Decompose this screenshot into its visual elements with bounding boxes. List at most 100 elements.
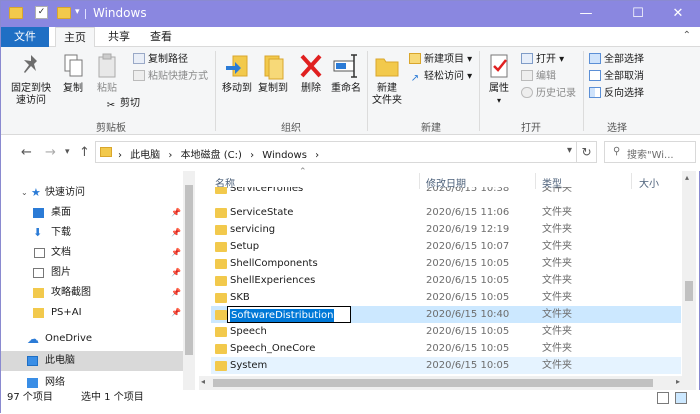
new-item-button[interactable]: 新建项目 ▾ — [409, 53, 472, 67]
title-bar[interactable]: ✓ ▾ Windows — ☐ ✕ — [1, 1, 700, 27]
edit-button[interactable]: 编辑 — [521, 70, 556, 84]
open-button[interactable]: 打开 ▾ — [521, 53, 564, 67]
file-list-scrollbar[interactable]: ▴ — [682, 171, 696, 390]
large-icons-view-icon[interactable] — [675, 392, 687, 404]
tab-view[interactable]: 查看 — [143, 27, 179, 47]
table-row[interactable]: servicing 2020/6/19 12:19 文件夹 — [211, 221, 681, 238]
recent-locations-icon[interactable]: ▾ — [65, 147, 70, 157]
breadcrumb-windows[interactable]: Windows — [262, 150, 307, 161]
delete-button[interactable]: 删除 — [297, 51, 325, 95]
invert-selection-button[interactable]: 反向选择 — [589, 87, 644, 101]
nav-item-guide-screenshots[interactable]: 攻略截图 📌 — [1, 283, 183, 303]
nav-item-onedrive[interactable]: ☁ OneDrive — [1, 329, 183, 349]
breadcrumb-separator: › — [168, 150, 173, 161]
refresh-icon[interactable]: ↻ — [576, 142, 596, 162]
file-type: 文件夹 — [542, 326, 572, 337]
horizontal-scrollbar-thumb[interactable] — [213, 379, 653, 387]
nav-label: PS+AI — [51, 307, 82, 318]
paste-shortcut-button[interactable]: 粘贴快捷方式 — [133, 70, 208, 84]
close-button[interactable]: ✕ — [655, 1, 700, 27]
breadcrumb-local-disk[interactable]: 本地磁盘 (C:) — [181, 150, 242, 161]
tab-share[interactable]: 共享 — [101, 27, 137, 47]
nav-item-desktop[interactable]: 桌面 📌 — [1, 203, 183, 223]
easy-access-button[interactable]: ↗ 轻松访问 ▾ — [409, 70, 472, 84]
paste-icon — [93, 51, 121, 81]
copy-to-button[interactable]: 复制到 — [255, 51, 291, 95]
breadcrumb-separator: › — [315, 150, 320, 161]
horizontal-scrollbar[interactable]: ◂ ▸ — [199, 376, 682, 390]
address-bar[interactable]: › 此电脑 › 本地磁盘 (C:) › Windows › ▾ ↻ — [95, 141, 597, 163]
search-placeholder: 搜索"Wi... — [627, 150, 674, 161]
nav-scrollbar[interactable] — [183, 171, 195, 390]
details-view-icon[interactable] — [657, 392, 669, 404]
file-list-scrollbar-thumb[interactable] — [685, 281, 693, 301]
new-folder-button[interactable]: 新建 文件夹 — [371, 51, 403, 107]
breadcrumb-separator: › — [250, 150, 255, 161]
table-row[interactable]: ShellComponents 2020/6/15 10:05 文件夹 — [211, 255, 681, 272]
pin-icon: 📌 — [171, 268, 181, 277]
table-row[interactable]: SKB 2020/6/15 10:05 文件夹 — [211, 289, 681, 306]
nav-item-this-pc[interactable]: 此电脑 — [1, 351, 183, 371]
table-row[interactable]: Setup 2020/6/15 10:07 文件夹 — [211, 238, 681, 255]
chevron-down-icon[interactable]: ⌄ — [21, 183, 28, 203]
back-arrow-icon[interactable]: ← — [21, 145, 32, 160]
rename-button[interactable]: 重命名 — [329, 51, 363, 95]
nav-item-ps-ai[interactable]: PS+AI 📌 — [1, 303, 183, 323]
breadcrumb-this-pc[interactable]: 此电脑 — [130, 150, 160, 161]
table-row[interactable]: Speech_OneCore 2020/6/15 10:05 文件夹 — [211, 340, 681, 357]
nav-item-network[interactable]: 网络 — [1, 373, 183, 390]
file-type: 文件夹 — [542, 241, 572, 252]
table-row[interactable]: ShellExperiences 2020/6/15 10:05 文件夹 — [211, 272, 681, 289]
file-name: Speech — [230, 326, 267, 337]
tab-home[interactable]: 主页 — [55, 27, 95, 48]
file-list: ⌃ 名称 修改日期 类型 大小 ServiceProfiles 2020/6/1… — [199, 167, 682, 390]
pin-icon: 📌 — [171, 228, 181, 237]
move-to-icon — [223, 51, 251, 81]
nav-item-documents[interactable]: 文档 📌 — [1, 243, 183, 263]
delete-label: 删除 — [301, 83, 321, 94]
table-row[interactable]: ServiceState 2020/6/15 11:06 文件夹 — [211, 204, 681, 221]
new-item-icon — [409, 53, 421, 64]
file-name: ServiceProfiles — [230, 187, 304, 194]
copy-path-button[interactable]: 复制路径 — [133, 53, 188, 67]
customize-quick-access-icon[interactable]: ▾ — [75, 7, 80, 17]
scroll-left-icon[interactable]: ◂ — [201, 377, 205, 386]
new-folder-icon[interactable] — [57, 7, 71, 19]
address-dropdown-icon[interactable]: ▾ — [567, 145, 572, 156]
copy-button[interactable]: 复制 — [59, 51, 87, 95]
properties-check-icon[interactable]: ✓ — [35, 6, 48, 19]
up-arrow-icon[interactable]: ↑ — [79, 145, 90, 160]
select-none-button[interactable]: 全部取消 — [589, 70, 644, 84]
table-row[interactable]: Speech 2020/6/15 10:05 文件夹 — [211, 323, 681, 340]
folder-icon — [215, 327, 227, 337]
collapse-ribbon-icon[interactable]: ⌃ — [683, 30, 691, 41]
move-to-button[interactable]: 移动到 — [219, 51, 255, 95]
properties-button[interactable]: 属性 ▾ — [483, 51, 515, 107]
file-type: 文件夹 — [542, 224, 572, 235]
scroll-right-icon[interactable]: ▸ — [676, 377, 680, 386]
folder-icon — [215, 225, 227, 235]
new-item-label: 新建项目 — [424, 54, 464, 65]
tab-file[interactable]: 文件 — [1, 27, 49, 47]
nav-item-pictures[interactable]: 图片 📌 — [1, 263, 183, 283]
scroll-up-icon[interactable]: ▴ — [685, 173, 689, 182]
minimize-button[interactable]: — — [563, 1, 609, 27]
file-date: 2020/6/15 10:05 — [426, 275, 510, 286]
rename-input[interactable]: SoftwareDistribution — [227, 306, 351, 323]
nav-scrollbar-thumb[interactable] — [185, 185, 193, 355]
table-row-selected[interactable]: SoftwareDistribution 2020/6/15 10:40 文件夹 — [211, 306, 681, 323]
select-all-icon — [589, 53, 601, 64]
pin-quick-access-button[interactable]: 固定到快 速访问 — [7, 51, 55, 107]
nav-item-quick-access[interactable]: ⌄ ★ 快速访问 — [1, 183, 183, 203]
folder-icon — [215, 242, 227, 252]
paste-button[interactable]: 粘贴 — [93, 51, 121, 95]
history-button[interactable]: 历史记录 — [521, 87, 576, 101]
forward-arrow-icon[interactable]: → — [45, 145, 56, 160]
search-box[interactable]: ⚲ 搜索"Wi... — [604, 141, 696, 163]
table-row[interactable]: ServiceProfiles 2020/6/15 10:38 文件夹 — [211, 187, 681, 197]
nav-item-downloads[interactable]: ⬇ 下载 📌 — [1, 223, 183, 243]
select-all-button[interactable]: 全部选择 — [589, 53, 644, 67]
table-row[interactable]: System 2020/6/15 10:05 文件夹 — [211, 357, 681, 374]
cut-button[interactable]: ✂ 剪切 — [105, 97, 140, 111]
ribbon-divider — [215, 51, 216, 131]
